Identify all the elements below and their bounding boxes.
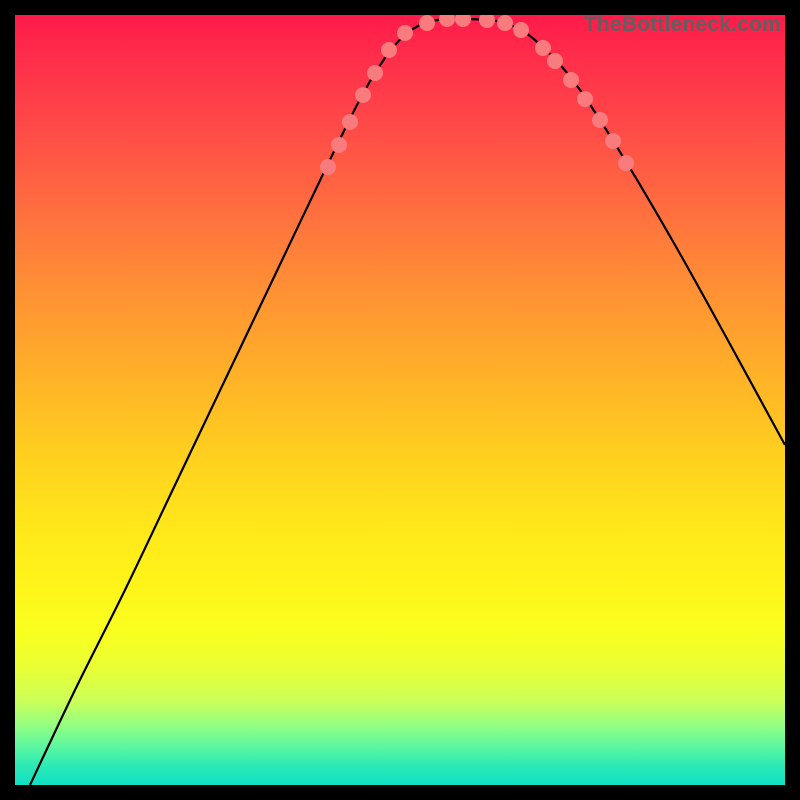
marker-dot [618,155,634,171]
marker-dot [605,133,621,149]
marker-dot [577,91,593,107]
marker-dot [455,15,471,27]
chart-svg [15,15,785,785]
marker-dot [535,40,551,56]
marker-dot [342,114,358,130]
marker-dot [592,112,608,128]
watermark-text: TheBottleneck.com [584,13,781,37]
marker-dot [331,137,347,153]
marker-dot [497,15,513,31]
marker-dot [367,65,383,81]
marker-dot [563,72,579,88]
marker-dot [397,25,413,41]
marker-dot [513,22,529,38]
marker-dot [320,159,336,175]
chart-frame: TheBottleneck.com [15,15,785,785]
marker-dot [479,15,495,28]
marker-dot [439,15,455,27]
marker-dot [547,53,563,69]
marker-dot [355,87,371,103]
marker-dot [381,42,397,58]
highlight-markers [320,15,634,175]
bottleneck-curve-path [30,18,785,785]
marker-dot [419,15,435,31]
